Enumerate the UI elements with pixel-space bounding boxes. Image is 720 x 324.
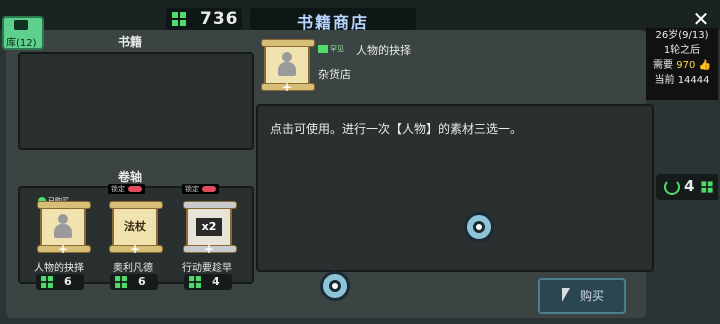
buy-label: 购买	[580, 289, 605, 303]
refresh-cost: 4	[684, 177, 695, 195]
books-area	[18, 52, 254, 150]
person-icon	[54, 214, 72, 238]
scroll-card-act-early[interactable]: x2 +	[182, 196, 237, 255]
clover-coin-icon	[41, 276, 53, 288]
buy-button[interactable]: 购买	[538, 278, 626, 314]
plus-icon: +	[282, 80, 293, 94]
parchment-icon: +	[37, 201, 91, 255]
item-source: 杂货店	[318, 68, 351, 81]
refresh-icon	[664, 179, 680, 195]
target-ring-icon[interactable]	[464, 212, 494, 242]
rarity-icon	[318, 45, 328, 53]
scrolls-section-title: 卷轴	[118, 170, 143, 184]
description-box: 点击可使用。进行一次【人物】的素材三选一。	[256, 104, 654, 272]
clover-coin-icon	[189, 276, 201, 288]
current-value: 14444	[677, 75, 710, 86]
clover-coin-icon	[115, 276, 127, 288]
double-glyph: x2	[196, 218, 222, 236]
title-banner: 书籍商店	[250, 8, 416, 32]
parchment-icon: +	[261, 39, 315, 93]
clover-coin-icon	[701, 181, 713, 193]
age-info-panel: 26岁(9/13) 1轮之后 需要 970 👍 当前 14444	[646, 28, 718, 100]
currency-display: 736	[166, 8, 242, 30]
scroll-card-ollivander[interactable]: 法杖 +	[108, 196, 163, 255]
close-button[interactable]: ✕	[690, 8, 712, 30]
scroll-name: 人物的抉择	[34, 263, 84, 274]
target-ring-icon[interactable]	[320, 271, 350, 301]
lock-toggle[interactable]: 锁定	[108, 184, 145, 194]
scroll-price: 4	[184, 274, 232, 290]
book-icon: x2 +	[183, 201, 237, 255]
toggle-switch-icon	[202, 186, 216, 192]
lock-toggle[interactable]: 锁定	[182, 184, 219, 194]
scroll-price: 6	[110, 274, 158, 290]
plus-icon: +	[58, 242, 69, 256]
scroll-name: 奥利凡德	[113, 263, 153, 274]
toggle-switch-icon	[128, 186, 142, 192]
need-value: 970	[676, 60, 696, 71]
scroll-price: 6	[36, 274, 84, 290]
plus-icon: +	[204, 242, 215, 256]
folder-icon	[14, 20, 28, 30]
scroll-card-character-choice[interactable]: +	[36, 196, 91, 255]
parchment-icon: 法杖 +	[109, 201, 163, 255]
library-button[interactable]: 库(12)	[2, 16, 44, 50]
scroll-name: 行动要趁早	[182, 263, 232, 274]
need-label: 需要	[653, 60, 674, 71]
clover-coin-icon	[172, 12, 186, 26]
wand-glyph: 法杖	[124, 220, 146, 233]
currency-value: 736	[200, 9, 239, 29]
library-label: 库(12)	[6, 38, 37, 49]
plus-icon: +	[130, 242, 141, 256]
selected-item-image: +	[258, 36, 315, 93]
refresh-button[interactable]: 4	[656, 174, 718, 200]
age-text: 26岁(9/13)	[655, 30, 709, 41]
rarity-tag: 罕见	[318, 44, 344, 54]
books-section-title: 书籍	[118, 35, 143, 49]
cursor-icon	[562, 288, 570, 302]
item-description: 点击可使用。进行一次【人物】的素材三选一。	[270, 122, 523, 136]
rounds-later-text: 1轮之后	[663, 45, 701, 56]
selected-item-name: 人物的抉择	[356, 44, 411, 57]
current-label: 当前	[654, 75, 675, 86]
person-icon	[278, 52, 296, 76]
thumb-icon: 👍	[698, 60, 711, 71]
